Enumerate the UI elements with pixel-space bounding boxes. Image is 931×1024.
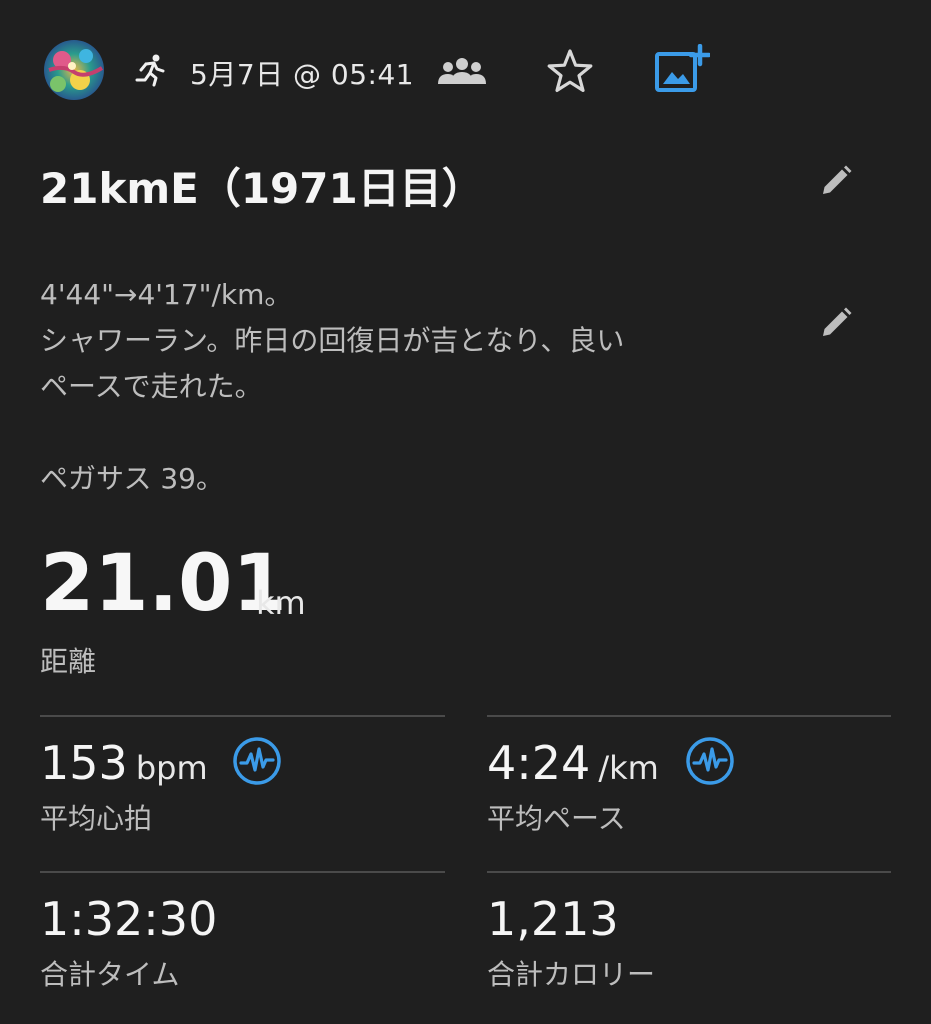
star-outline-icon[interactable] (545, 47, 595, 95)
pace-chart-icon[interactable] (685, 736, 735, 786)
notes-line: ペースで走れた。 (40, 370, 263, 403)
divider (40, 871, 445, 873)
edit-notes-pencil-icon[interactable] (818, 305, 854, 341)
avatar[interactable] (44, 40, 104, 100)
activity-date: 5月7日 @ 05:41 (190, 58, 415, 91)
activity-notes: 4'44"→4'17"/km。 シャワーラン。昨日の回復日が吉となり、良い ペー… (40, 272, 700, 502)
calories-label: 合計カロリー (487, 958, 656, 991)
people-icon[interactable] (437, 56, 487, 86)
total-time-value: 1:32:30 (40, 892, 218, 946)
notes-blank-line (40, 410, 700, 456)
avg-heart-rate-value: 153 (40, 736, 128, 790)
activity-detail-page: 5月7日 @ 05:41 21kmE（1971日目） 4'44"→4'17"/k… (0, 0, 931, 1024)
notes-line: 4'44"→4'17"/km。 (40, 278, 293, 311)
avg-pace-label: 平均ペース (487, 802, 626, 835)
add-photo-icon[interactable] (654, 44, 710, 94)
divider (487, 715, 891, 717)
divider (487, 871, 891, 873)
avg-heart-rate-label: 平均心拍 (40, 802, 153, 835)
avg-pace-unit: /km (598, 749, 659, 787)
activity-title: 21kmE（1971日目） (40, 164, 484, 213)
notes-line: ペガサス 39。 (40, 462, 224, 495)
avg-heart-rate-stat: 153 bpm (40, 740, 208, 786)
distance-value: 21.01 (40, 539, 287, 629)
divider (40, 715, 445, 717)
edit-title-pencil-icon[interactable] (818, 163, 854, 199)
distance-unit: km (256, 584, 306, 622)
running-icon (135, 54, 165, 87)
total-time-label: 合計タイム (40, 958, 180, 991)
calories-value: 1,213 (487, 892, 619, 946)
avg-pace-value: 4:24 (487, 736, 591, 790)
distance-label: 距離 (40, 645, 97, 678)
avg-pace-stat: 4:24/km (487, 740, 659, 786)
heart-rate-chart-icon[interactable] (232, 736, 282, 786)
avg-heart-rate-unit: bpm (135, 749, 208, 787)
notes-line: シャワーラン。昨日の回復日が吉となり、良い (40, 324, 625, 357)
